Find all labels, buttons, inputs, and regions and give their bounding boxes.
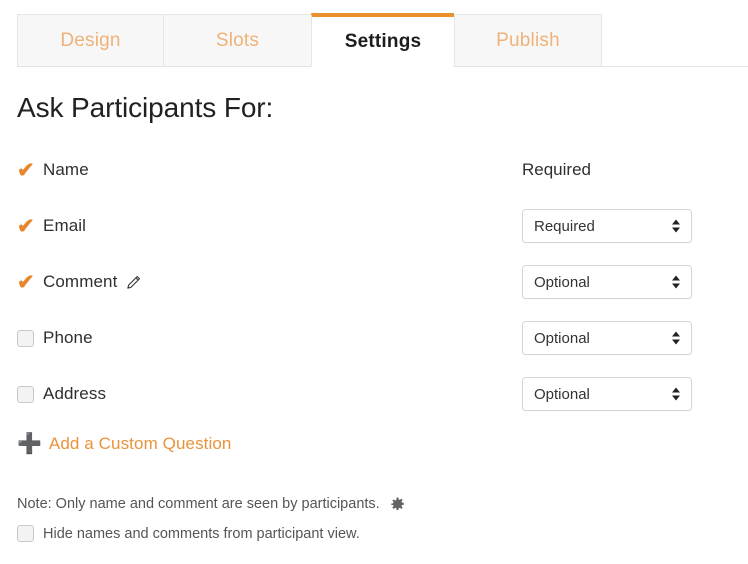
tab-slots-label: Slots <box>215 29 260 51</box>
tab-publish-label: Publish <box>496 29 560 51</box>
field-right-email: Required <box>522 209 692 243</box>
requirement-select-email-value: Required <box>534 217 595 235</box>
field-row-address: Address Optional <box>17 366 731 422</box>
field-left-email: ✔ Email <box>17 216 522 237</box>
field-row-email: ✔ Email Required <box>17 198 731 254</box>
requirement-select-comment[interactable]: Optional <box>522 265 692 299</box>
field-right-comment: Optional <box>522 265 692 299</box>
plus-icon: ➕ <box>17 433 42 455</box>
field-left-address: Address <box>17 384 522 404</box>
tab-publish[interactable]: Publish <box>454 14 602 67</box>
chevron-updown-icon <box>672 387 680 401</box>
field-right-name: Required <box>522 160 591 180</box>
gear-icon[interactable] <box>390 496 405 512</box>
field-label-comment: Comment <box>43 272 118 291</box>
note-text: Note: Only name and comment are seen by … <box>17 496 380 512</box>
add-custom-question-button[interactable]: ➕ Add a Custom Question <box>17 431 731 457</box>
tab-bar: Design Slots Settings Publish <box>0 0 748 67</box>
participant-fields-list: ✔ Name Required ✔ Email Required ✔ Comme… <box>17 142 731 422</box>
field-left-comment: ✔ Comment <box>17 272 522 293</box>
field-label-address: Address <box>43 384 107 403</box>
hide-names-row: Hide names and comments from participant… <box>17 525 731 542</box>
chevron-updown-icon <box>672 219 680 233</box>
checkbox-address[interactable] <box>17 385 34 403</box>
field-row-phone: Phone Optional <box>17 310 731 366</box>
checkbox-phone[interactable] <box>17 329 34 347</box>
requirement-select-phone-value: Optional <box>534 329 590 347</box>
checkmark-icon-comment[interactable]: ✔ <box>17 272 43 293</box>
requirement-select-email[interactable]: Required <box>522 209 692 243</box>
checkbox-slot-address <box>17 385 43 403</box>
settings-panel: Ask Participants For: ✔ Name Required ✔ … <box>0 92 748 542</box>
checkbox-slot-hide-names <box>17 525 43 542</box>
field-right-phone: Optional <box>522 321 692 355</box>
field-left-name: ✔ Name <box>17 160 522 181</box>
pencil-edit-icon[interactable] <box>126 275 141 290</box>
checkmark-icon-name[interactable]: ✔ <box>17 160 43 181</box>
hide-names-label: Hide names and comments from participant… <box>43 525 360 542</box>
checkmark-icon-email[interactable]: ✔ <box>17 216 43 237</box>
requirement-select-address-value: Optional <box>534 385 590 403</box>
chevron-updown-icon <box>672 331 680 345</box>
page-title: Ask Participants For: <box>17 92 274 123</box>
tab-settings-label: Settings <box>344 30 422 52</box>
field-right-address: Optional <box>522 377 692 411</box>
requirement-static-name: Required <box>522 160 591 179</box>
note-block: Note: Only name and comment are seen by … <box>17 496 731 542</box>
checkbox-hide-names[interactable] <box>17 525 34 542</box>
requirement-select-comment-value: Optional <box>534 273 590 291</box>
checkbox-slot-phone <box>17 329 43 347</box>
requirement-select-address[interactable]: Optional <box>522 377 692 411</box>
tab-settings[interactable]: Settings <box>311 13 454 67</box>
field-label-phone: Phone <box>43 328 93 347</box>
field-row-comment: ✔ Comment Optional <box>17 254 731 310</box>
field-label-name: Name <box>43 160 89 179</box>
field-row-name: ✔ Name Required <box>17 142 731 198</box>
tab-slots[interactable]: Slots <box>163 14 311 67</box>
field-left-phone: Phone <box>17 328 522 348</box>
chevron-updown-icon <box>672 275 680 289</box>
tab-design[interactable]: Design <box>17 14 163 67</box>
note-line: Note: Only name and comment are seen by … <box>17 496 731 512</box>
tab-design-label: Design <box>60 29 121 51</box>
add-custom-question-label: Add a Custom Question <box>48 434 232 453</box>
field-label-email: Email <box>43 216 87 235</box>
requirement-select-phone[interactable]: Optional <box>522 321 692 355</box>
